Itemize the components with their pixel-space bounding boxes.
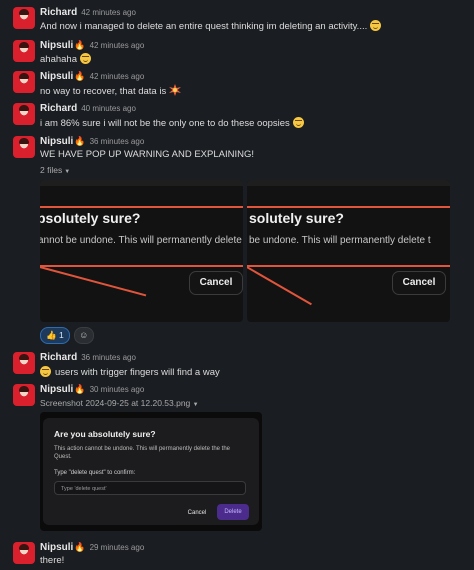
accent-line	[247, 206, 450, 208]
dialog-delete-button: Delete	[217, 504, 249, 520]
message-text: ahahaha	[40, 54, 77, 65]
avatar[interactable]	[13, 7, 35, 29]
crop-heading: solutely sure?	[249, 210, 344, 226]
grin-emoji-icon	[370, 20, 382, 31]
thumbs-up-reaction[interactable]: 👍 1	[40, 327, 70, 344]
author-name[interactable]: Nipsuli	[40, 136, 73, 147]
author-name[interactable]: Richard	[40, 7, 77, 18]
timestamp[interactable]: 42 minutes ago	[81, 8, 136, 17]
fire-icon: 🔥	[74, 136, 86, 146]
message-text: there!	[40, 555, 65, 566]
message-text: users with trigger fingers will find a w…	[55, 367, 220, 378]
fire-icon: 🔥	[74, 542, 86, 552]
fire-icon: 🔥	[74, 384, 86, 394]
author-name[interactable]: Richard	[40, 352, 77, 363]
add-emoji-icon: ☺	[79, 330, 89, 340]
dialog-body: This action cannot be undone. This will …	[54, 446, 230, 460]
confirm-dialog-image: Are you absolutely sure? This action can…	[43, 418, 259, 525]
avatar[interactable]	[13, 71, 35, 93]
dialog-cancel-button: Cancel	[181, 506, 213, 520]
collision-icon	[169, 84, 182, 96]
crop-heading: bsolutely sure?	[40, 210, 141, 226]
image-top-bar	[247, 180, 450, 186]
timestamp[interactable]: 36 minutes ago	[90, 137, 145, 146]
dialog-confirm-label: Type "delete quest" to confirm:	[54, 470, 136, 476]
author-name[interactable]: Richard	[40, 103, 77, 114]
avatar[interactable]	[13, 384, 35, 406]
thumbs-up-icon: 👍	[46, 330, 57, 340]
avatar[interactable]	[13, 352, 35, 374]
timestamp[interactable]: 36 minutes ago	[81, 353, 136, 362]
image-top-bar	[40, 180, 243, 186]
timestamp[interactable]: 42 minutes ago	[90, 72, 145, 81]
avatar[interactable]	[13, 542, 35, 564]
reactions: 👍 1 ☺	[40, 327, 94, 344]
file-name-toggle[interactable]: Screenshot 2024-09-25 at 12.20.53.png ▼	[40, 398, 199, 408]
timestamp[interactable]: 40 minutes ago	[81, 104, 136, 113]
avatar[interactable]	[13, 136, 35, 158]
crop-body: annot be undone. This will permanently d…	[40, 235, 242, 246]
image-attachment[interactable]: solutely sure? be undone. This will perm…	[247, 180, 450, 322]
sweat-smile-emoji-icon	[40, 366, 51, 377]
message-text: WE HAVE POP UP WARNING AND EXPLAINING!	[40, 149, 254, 160]
avatar[interactable]	[13, 40, 35, 62]
accent-line	[40, 265, 243, 267]
message-text: i am 86% sure i will not be the only one…	[40, 118, 290, 129]
author-name[interactable]: Nipsuli	[40, 40, 73, 51]
timestamp[interactable]: 29 minutes ago	[90, 543, 145, 552]
file-name: Screenshot 2024-09-25 at 12.20.53.png	[40, 398, 191, 408]
author-name[interactable]: Nipsuli	[40, 542, 73, 553]
author-name[interactable]: Nipsuli	[40, 384, 73, 395]
grin-emoji-icon	[79, 53, 91, 64]
add-reaction-button[interactable]: ☺	[73, 327, 94, 344]
files-toggle[interactable]: 2 files ▼	[40, 165, 70, 175]
reaction-count: 1	[58, 330, 64, 340]
message-text: And now i managed to delete an entire qu…	[40, 21, 368, 32]
fire-icon: 🔥	[74, 40, 86, 50]
timestamp[interactable]: 30 minutes ago	[90, 385, 145, 394]
fire-icon: 🔥	[74, 71, 86, 81]
crop-cancel-button: Cancel	[392, 271, 446, 295]
author-name[interactable]: Nipsuli	[40, 71, 73, 82]
crop-body: be undone. This will permanently delete …	[249, 235, 431, 246]
files-label: 2 files	[40, 165, 63, 175]
image-attachment[interactable]: bsolutely sure? annot be undone. This wi…	[40, 180, 243, 322]
annotation-line	[40, 266, 147, 297]
message-text: no way to recover, that data is	[40, 86, 167, 97]
dialog-title: Are you absolutely sure?	[54, 429, 156, 439]
image-attachment[interactable]: Are you absolutely sure? This action can…	[40, 412, 262, 531]
crop-cancel-button: Cancel	[189, 271, 243, 295]
timestamp[interactable]: 42 minutes ago	[90, 41, 145, 50]
chevron-down-icon: ▼	[192, 402, 199, 408]
dialog-confirm-input: Type 'delete quest'	[54, 481, 246, 495]
chevron-down-icon: ▼	[64, 169, 71, 175]
sweat-smile-emoji-icon	[292, 117, 304, 128]
avatar[interactable]	[13, 103, 35, 125]
accent-line	[247, 265, 450, 267]
accent-line	[40, 206, 243, 208]
annotation-line	[247, 266, 312, 306]
